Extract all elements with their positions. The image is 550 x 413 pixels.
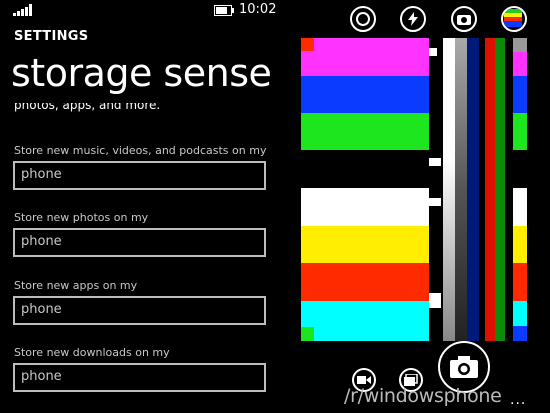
- front-camera-icon[interactable]: [451, 6, 477, 32]
- color-effects-icon[interactable]: [501, 6, 527, 32]
- color-band-red: [301, 263, 429, 301]
- lens-icon[interactable]: [350, 6, 376, 32]
- more-menu-dots[interactable]: ...: [510, 392, 526, 408]
- downloads-location-picker[interactable]: phone: [13, 363, 266, 392]
- photos-location-label: Store new photos on my: [14, 211, 149, 224]
- signal-bars-icon: [13, 4, 33, 16]
- test-block: [429, 198, 441, 206]
- downloads-location-label: Store new downloads on my: [14, 346, 170, 359]
- camera-viewfinder[interactable]: [301, 38, 527, 341]
- color-band-white: [301, 188, 429, 226]
- camera-screen: /r/windowsphone ...: [282, 0, 550, 413]
- color-band-blue: [301, 76, 429, 113]
- red-corner-block: [301, 38, 314, 51]
- music-location-value: phone: [21, 167, 62, 182]
- green-corner-block: [301, 327, 314, 341]
- downloads-location-value: phone: [21, 369, 62, 384]
- color-band-yellow: [301, 226, 429, 263]
- watermark: /r/windowsphone: [344, 385, 502, 407]
- status-bar: 10:02: [0, 0, 282, 22]
- music-location-picker[interactable]: phone: [13, 161, 266, 190]
- stripe-mini-bars: [513, 38, 527, 341]
- photos-location-value: phone: [21, 234, 62, 249]
- stripe-gray: [455, 38, 467, 341]
- battery-icon: [214, 5, 234, 16]
- apps-location-label: Store new apps on my: [14, 279, 138, 292]
- intro-text: photos, apps, and more.: [14, 103, 161, 112]
- music-location-label: Store new music, videos, and podcasts on…: [14, 144, 267, 157]
- color-band-cyan: [301, 301, 429, 341]
- color-band-magenta: [301, 38, 429, 76]
- test-block: [429, 293, 441, 308]
- shutter-camera-icon: [450, 356, 478, 378]
- test-block: [429, 48, 437, 56]
- color-band-black: [301, 150, 429, 188]
- color-band-green: [301, 113, 429, 150]
- test-block: [429, 158, 441, 166]
- apps-location-picker[interactable]: phone: [13, 296, 266, 325]
- stripe-red: [485, 38, 495, 341]
- page-title: storage sense: [11, 51, 272, 95]
- clock: 10:02: [239, 2, 277, 17]
- flash-icon[interactable]: [400, 6, 426, 32]
- app-title: SETTINGS: [14, 29, 89, 44]
- stripe-gap-2: [505, 38, 513, 341]
- storage-sense-screen: 10:02 SETTINGS storage sense photos, app…: [0, 0, 282, 413]
- stripe-navy: [467, 38, 479, 341]
- intro-text-clip: photos, apps, and more.: [14, 103, 274, 117]
- stripe-green: [495, 38, 505, 341]
- apps-location-value: phone: [21, 302, 62, 317]
- stripe-white: [443, 38, 455, 341]
- photos-location-picker[interactable]: phone: [13, 228, 266, 257]
